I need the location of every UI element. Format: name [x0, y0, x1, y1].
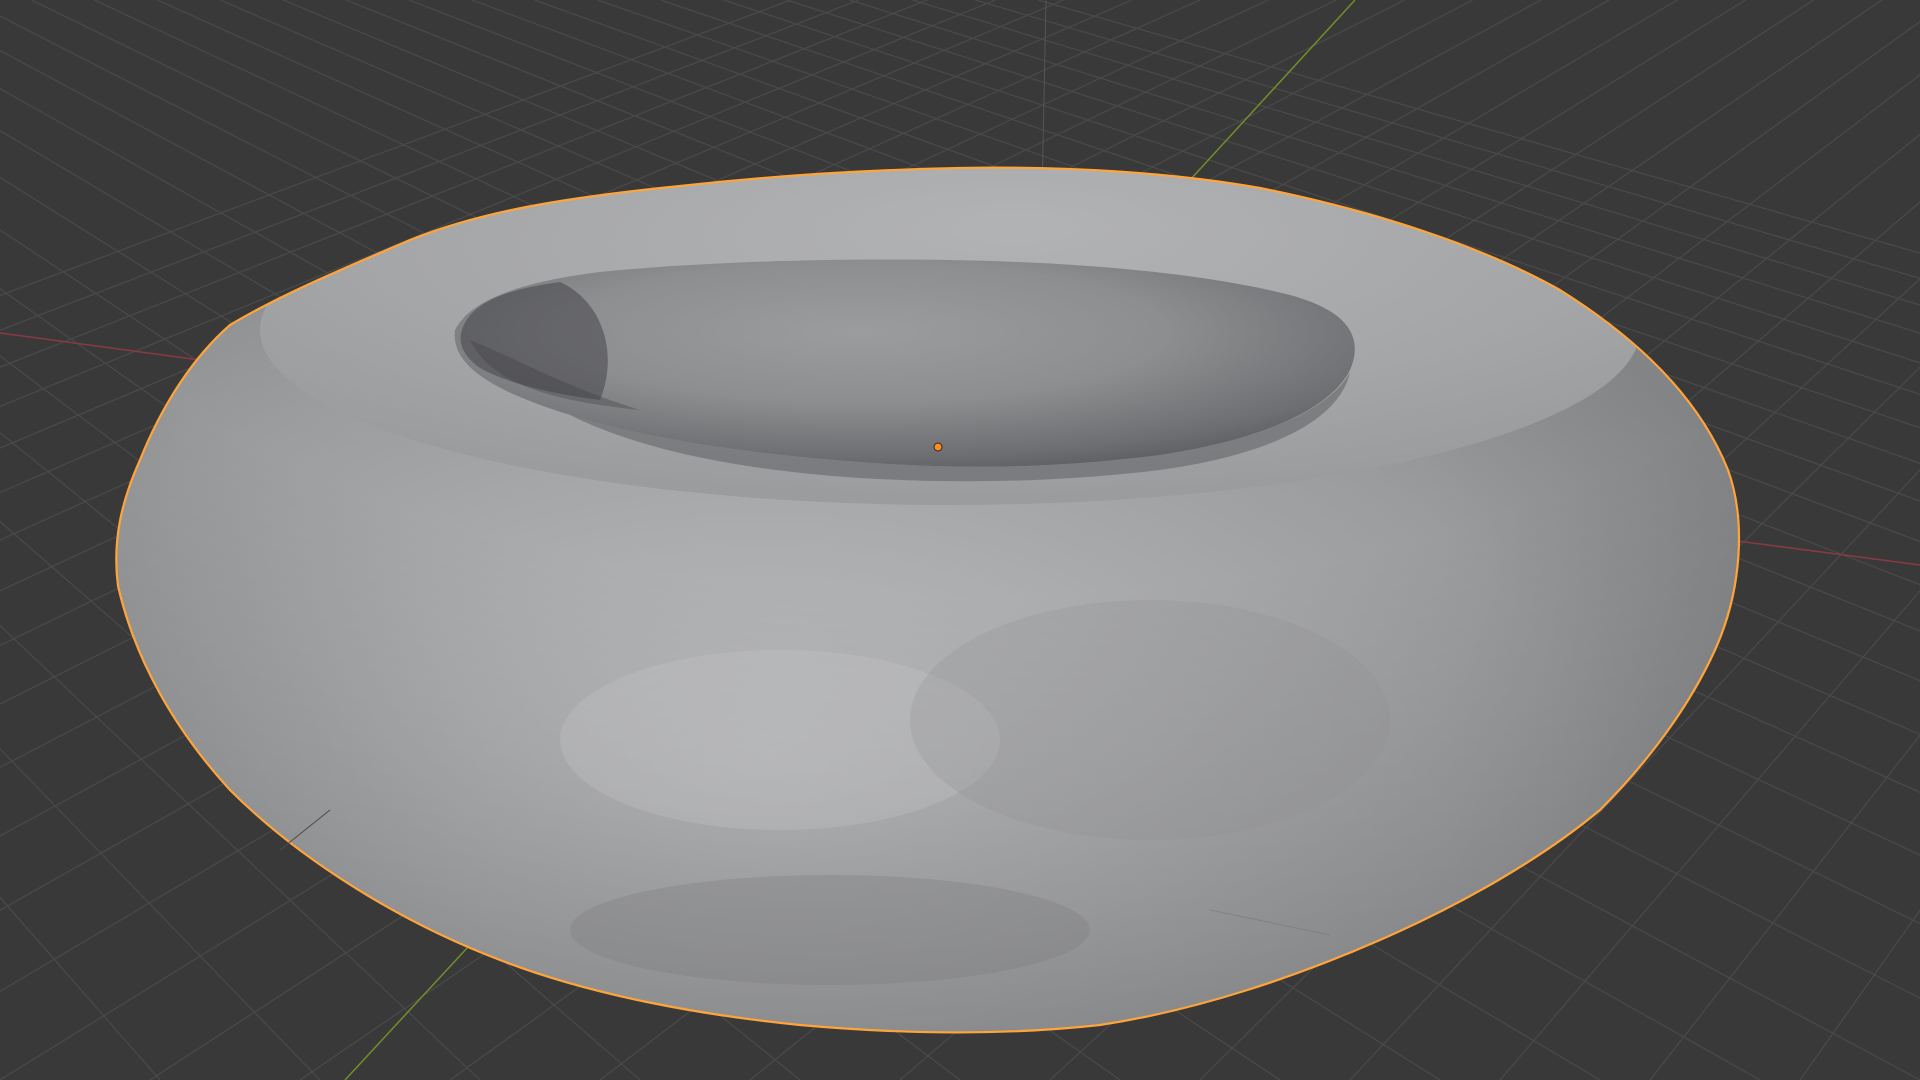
3d-viewport[interactable] [0, 0, 1920, 1080]
viewport-canvas[interactable] [0, 0, 1920, 1080]
object-origin-icon[interactable] [933, 442, 943, 452]
